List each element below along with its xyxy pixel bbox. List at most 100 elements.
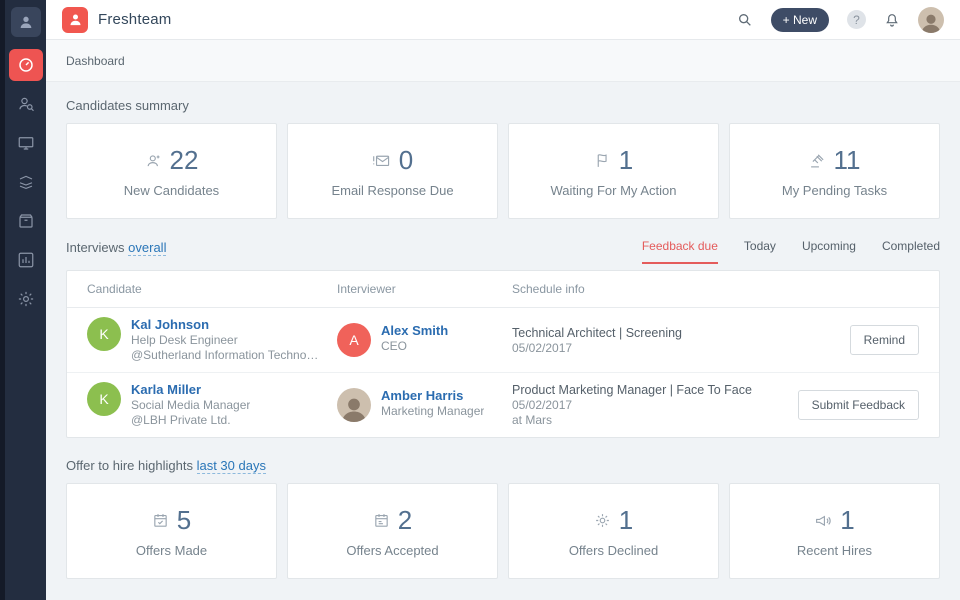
breadcrumb-bar: Dashboard: [46, 40, 960, 82]
card-offers-declined[interactable]: 1 Offers Declined: [508, 483, 719, 579]
freshteam-logo-icon: [62, 6, 88, 33]
tab-upcoming[interactable]: Upcoming: [802, 239, 856, 264]
calendar-check-icon: [152, 512, 169, 529]
candidate-company: @LBH Private Ltd.: [131, 413, 231, 427]
card-recent-hires[interactable]: 1 Recent Hires: [729, 483, 940, 579]
schedule-date: 05/02/2017: [512, 340, 573, 355]
card-label: Recent Hires: [796, 542, 873, 558]
sidebar-item-screen-share[interactable]: [9, 127, 43, 159]
column-candidate: Candidate: [87, 282, 142, 296]
app-window: Freshteam + New ? Dashboard Candidates s…: [0, 0, 960, 600]
gear-flower-icon: [594, 512, 611, 529]
card-waiting-for-my-action[interactable]: 1 Waiting For My Action: [508, 123, 719, 219]
remind-button[interactable]: Remind: [849, 325, 919, 355]
card-offers-made[interactable]: 5 Offers Made: [66, 483, 277, 579]
candidate-company: @Sutherland Information Technolo...: [131, 348, 321, 362]
megaphone-icon: [814, 512, 832, 529]
envelope-alert-icon: [372, 152, 391, 169]
interviewer-name-link[interactable]: Amber Harris: [381, 388, 484, 404]
sidebar: [0, 0, 46, 600]
candidate-name-link[interactable]: Karla Miller: [131, 382, 250, 398]
gear-icon: [17, 290, 35, 308]
search-icon[interactable]: [737, 12, 753, 28]
brand: Freshteam: [62, 6, 172, 33]
user-search-icon: [17, 95, 35, 113]
top-actions: + New ?: [737, 6, 944, 33]
offer-highlights-cards: 5 Offers Made 2 Offers Accepted 1 Offers…: [66, 483, 940, 579]
offer-highlights-title-text: Offer to hire highlights: [66, 458, 193, 473]
interviewer-cell: Amber Harris Marketing Manager: [337, 388, 512, 422]
top-bar: Freshteam + New ?: [46, 0, 960, 40]
tab-today[interactable]: Today: [744, 239, 776, 264]
sidebar-item-candidates[interactable]: [9, 88, 43, 120]
sidebar-item-reports[interactable]: [9, 244, 43, 276]
schedule-date: 05/02/2017: [512, 398, 573, 412]
table-header: Candidate Interviewer Schedule info: [67, 271, 939, 308]
candidate-cell: K Karla Miller Social Media Manager @LBH…: [87, 382, 337, 428]
interviewer-avatar: A: [337, 323, 371, 357]
card-new-candidates[interactable]: 22 New Candidates: [66, 123, 277, 219]
interviewer-name-link[interactable]: Alex Smith: [381, 323, 448, 339]
interviews-filter-link[interactable]: overall: [128, 240, 167, 256]
card-offers-accepted[interactable]: 2 Offers Accepted: [287, 483, 498, 579]
interviewer-role: CEO: [381, 339, 408, 353]
schedule-location: at Mars: [512, 413, 553, 427]
org-avatar-icon[interactable]: [10, 7, 41, 37]
schedule-position: Product Marketing Manager | Face To Face: [512, 383, 752, 397]
breadcrumb[interactable]: Dashboard: [66, 54, 125, 68]
card-value: 22: [169, 144, 199, 175]
sidebar-item-dashboard[interactable]: [8, 49, 43, 81]
table-row: K Karla Miller Social Media Manager @LBH…: [67, 373, 939, 437]
card-label: Offers Made: [135, 542, 208, 558]
offer-highlights-title: Offer to hire highlights last 30 days: [66, 458, 940, 474]
new-button[interactable]: + New: [770, 7, 829, 32]
card-value: 1: [618, 504, 634, 535]
interviews-title: Interviews overall: [66, 240, 167, 256]
tab-completed[interactable]: Completed: [882, 239, 940, 264]
candidates-summary-cards: 22 New Candidates 0 Email Response Due 1…: [66, 123, 940, 219]
card-label: Email Response Due: [331, 182, 454, 198]
interviews-table: Candidate Interviewer Schedule info K Ka…: [66, 270, 940, 438]
help-button[interactable]: ?: [847, 10, 866, 29]
card-value: 5: [176, 504, 192, 535]
interviews-header: Interviews overall Feedback due Today Up…: [66, 239, 940, 264]
card-value: 0: [398, 144, 414, 175]
schedule-cell: Product Marketing Manager | Face To Face…: [512, 382, 789, 428]
card-label: My Pending Tasks: [781, 182, 888, 198]
candidate-role: Help Desk Engineer: [131, 333, 238, 347]
layers-icon: [17, 173, 35, 191]
schedule-cell: Technical Architect | Screening 05/02/20…: [512, 325, 789, 356]
sidebar-item-employee-directory[interactable]: [9, 205, 43, 237]
candidate-avatar: K: [87, 382, 121, 416]
submit-feedback-button[interactable]: Submit Feedback: [797, 390, 919, 420]
interviews-tabs: Feedback due Today Upcoming Completed: [641, 239, 940, 264]
card-my-pending-tasks[interactable]: 11 My Pending Tasks: [729, 123, 940, 219]
candidates-summary-title: Candidates summary: [66, 98, 189, 113]
flag-icon: [594, 152, 611, 169]
interviewer-avatar-photo: [337, 388, 371, 422]
tab-feedback-due[interactable]: Feedback due: [641, 239, 718, 264]
column-schedule-info: Schedule info: [512, 282, 585, 296]
card-value: 1: [840, 504, 855, 535]
offer-highlights-filter-link[interactable]: last 30 days: [196, 458, 266, 474]
sidebar-item-onboarding[interactable]: [9, 166, 43, 198]
card-value: 11: [833, 144, 861, 175]
bar-chart-icon: [17, 251, 35, 269]
calendar-icon: [373, 512, 390, 529]
card-label: New Candidates: [123, 182, 220, 198]
candidate-cell: K Kal Johnson Help Desk Engineer @Suther…: [87, 317, 337, 363]
bell-icon[interactable]: [884, 12, 900, 28]
candidate-name-link[interactable]: Kal Johnson: [131, 317, 321, 333]
card-label: Offers Accepted: [346, 542, 439, 558]
sidebar-item-settings[interactable]: [9, 283, 43, 315]
card-value: 2: [397, 504, 413, 535]
column-interviewer: Interviewer: [337, 282, 396, 296]
dashboard-content: Candidates summary 22 New Candidates 0 E…: [46, 82, 960, 600]
card-label: Waiting For My Action: [550, 182, 677, 198]
monitor-icon: [17, 134, 35, 152]
user-avatar[interactable]: [918, 6, 944, 33]
interviewer-cell: A Alex Smith CEO: [337, 323, 512, 357]
table-row: K Kal Johnson Help Desk Engineer @Suther…: [67, 308, 939, 373]
interviews-title-text: Interviews: [66, 240, 125, 255]
card-email-response-due[interactable]: 0 Email Response Due: [287, 123, 498, 219]
